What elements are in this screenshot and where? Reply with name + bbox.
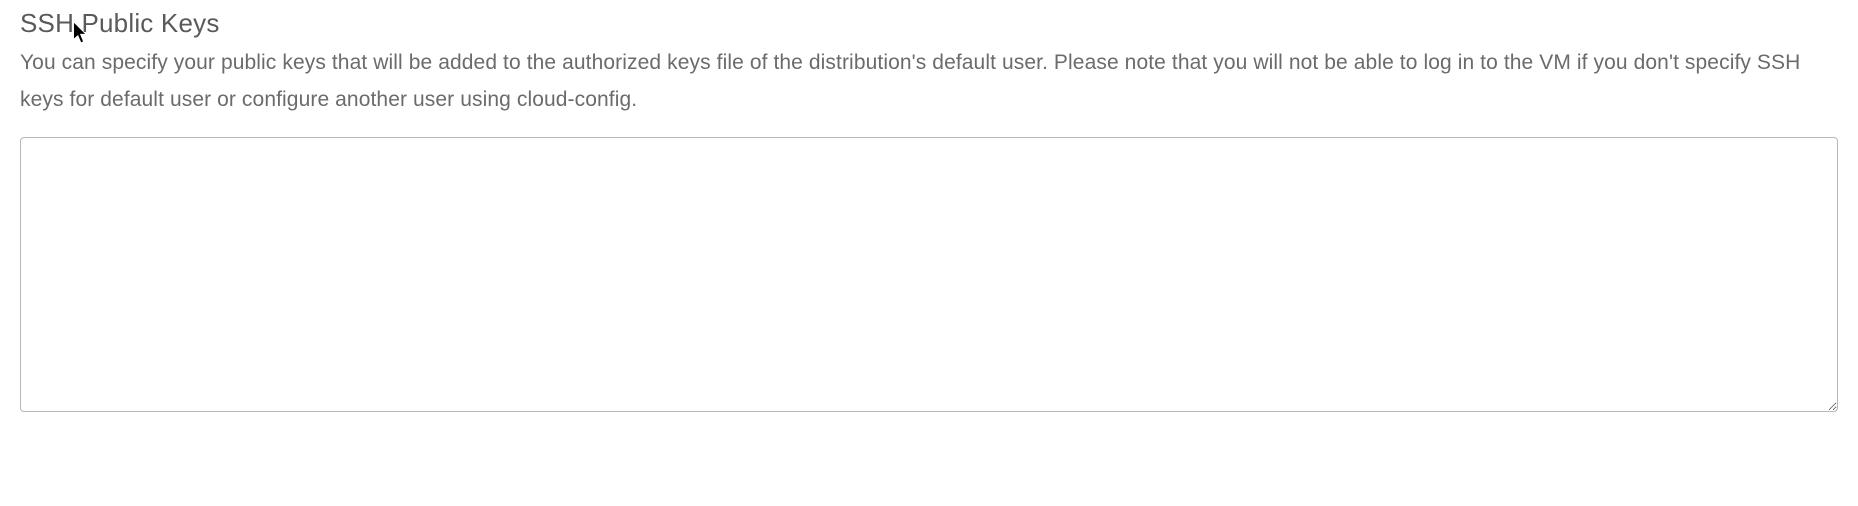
heading-text: SSH Public Keys bbox=[20, 8, 220, 38]
ssh-public-keys-input[interactable] bbox=[20, 137, 1838, 412]
ssh-public-keys-heading: SSH Public Keys bbox=[20, 8, 1838, 39]
ssh-public-keys-description: You can specify your public keys that wi… bbox=[20, 45, 1838, 119]
